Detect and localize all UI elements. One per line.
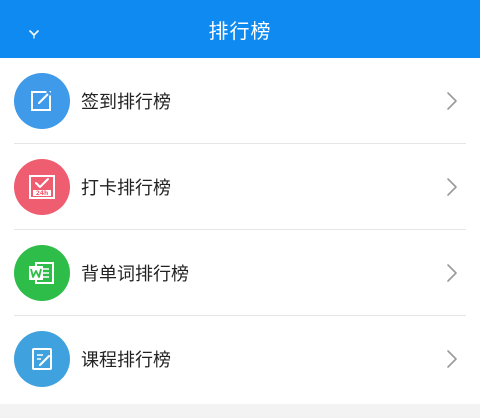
course-icon-badge: [14, 331, 70, 387]
list-item-checkin-ranking[interactable]: 签到排行榜: [0, 58, 480, 144]
list-item-label: 课程排行榜: [81, 350, 171, 371]
chevron-right-icon: [444, 349, 460, 369]
chevron-right-icon: [444, 91, 460, 111]
clock-24h-check-icon: 24h: [29, 175, 55, 199]
ranking-list: 签到排行榜 24h 打卡排行榜 背单词排行榜 课程排行榜: [0, 58, 480, 404]
list-item-clockin-ranking[interactable]: 24h 打卡排行榜: [0, 144, 480, 230]
list-item-label: 签到排行榜: [81, 92, 171, 113]
page-title: 排行榜: [208, 18, 272, 43]
list-item-vocabulary-ranking[interactable]: 背单词排行榜: [0, 230, 480, 316]
word-document-icon: [29, 262, 54, 284]
checkin-edit-icon: [31, 89, 53, 111]
list-item-label: 背单词排行榜: [81, 264, 189, 285]
back-button[interactable]: [26, 26, 42, 42]
course-notebook-icon: [32, 348, 52, 370]
vocabulary-icon-badge: [14, 245, 70, 301]
list-item-label: 打卡排行榜: [81, 178, 171, 199]
bottom-spacer: [0, 404, 480, 418]
header-bar: 排行榜: [0, 0, 480, 58]
list-item-course-ranking[interactable]: 课程排行榜: [0, 316, 480, 402]
chevron-down-icon: [29, 30, 39, 39]
clockin-icon-badge: 24h: [14, 159, 70, 215]
chevron-right-icon: [444, 263, 460, 283]
checkin-icon-badge: [14, 73, 70, 129]
badge-24h-text: 24h: [36, 190, 49, 197]
chevron-right-icon: [444, 177, 460, 197]
